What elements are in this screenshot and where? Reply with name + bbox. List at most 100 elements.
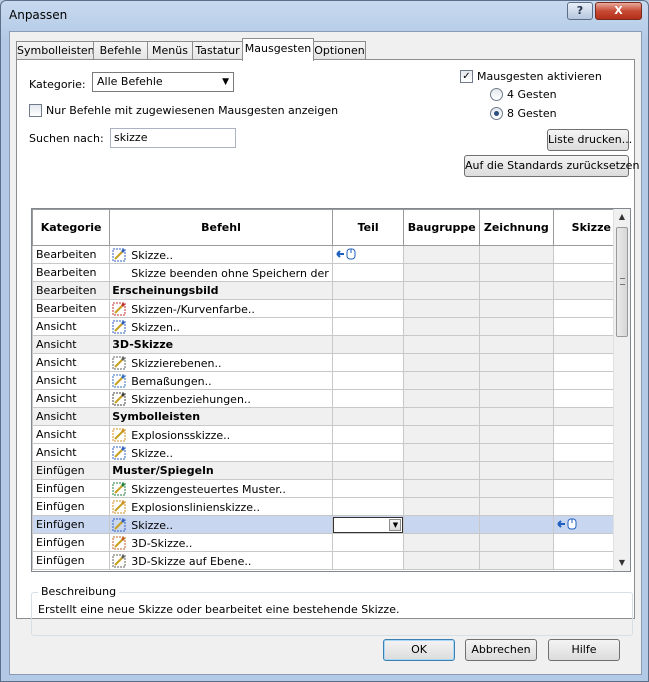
- table-row[interactable]: Ansicht Skizzen..: [32, 317, 630, 336]
- table-scrollbar[interactable]: ▲ ▼: [613, 209, 630, 571]
- close-button[interactable]: X: [595, 2, 642, 20]
- table-row[interactable]: Ansicht Skizzierebenen..: [32, 353, 630, 372]
- cell-baugruppe[interactable]: [403, 461, 481, 480]
- cell-baugruppe[interactable]: [403, 263, 481, 282]
- cell-teil[interactable]: [331, 461, 405, 480]
- cell-zeichnung[interactable]: [479, 425, 554, 444]
- cell-teil[interactable]: [331, 335, 405, 354]
- tab-mausgesten[interactable]: Mausgesten: [242, 38, 314, 61]
- table-row[interactable]: Ansicht Explosionsskizze..: [32, 425, 630, 444]
- cell-zeichnung[interactable]: [479, 443, 554, 462]
- col-header-baugruppe[interactable]: Baugruppe: [403, 209, 481, 246]
- cell-teil[interactable]: [331, 281, 405, 300]
- cell-zeichnung[interactable]: [479, 461, 554, 480]
- cell-baugruppe[interactable]: [403, 317, 481, 336]
- cell-teil[interactable]: [331, 263, 405, 282]
- cell-zeichnung[interactable]: [479, 245, 554, 264]
- col-header-zeichnung[interactable]: Zeichnung: [479, 209, 554, 246]
- table-row[interactable]: Bearbeiten Skizzen-/Kurvenfarbe..: [32, 299, 630, 318]
- cell-zeichnung[interactable]: [479, 299, 554, 318]
- cell-zeichnung[interactable]: [479, 371, 554, 390]
- cell-teil[interactable]: [331, 389, 405, 408]
- cell-teil[interactable]: [331, 407, 405, 426]
- cell-zeichnung[interactable]: [479, 335, 554, 354]
- cell-baugruppe[interactable]: [403, 533, 481, 552]
- gesture-select[interactable]: ▼: [333, 516, 403, 533]
- cell-teil[interactable]: [331, 353, 405, 372]
- table-row[interactable]: Ansicht Symbolleisten: [32, 407, 630, 426]
- cell-teil[interactable]: [331, 371, 405, 390]
- cell-zeichnung[interactable]: [479, 281, 554, 300]
- cell-teil[interactable]: [331, 299, 405, 318]
- cell-baugruppe[interactable]: [403, 371, 481, 390]
- cell-baugruppe[interactable]: [403, 299, 481, 318]
- cell-baugruppe[interactable]: [403, 551, 481, 570]
- help-button[interactable]: Hilfe: [548, 639, 620, 661]
- scroll-thumb[interactable]: [616, 227, 628, 337]
- radio-8-gestures[interactable]: [490, 107, 503, 120]
- help-title-button[interactable]: ?: [567, 2, 593, 20]
- ok-button[interactable]: OK: [383, 639, 455, 661]
- table-row[interactable]: Bearbeiten Skizze beenden ohne Speichern …: [32, 263, 630, 282]
- scroll-up-icon[interactable]: ▲: [614, 209, 630, 225]
- cell-zeichnung[interactable]: [479, 317, 554, 336]
- cell-zeichnung[interactable]: [479, 389, 554, 408]
- cell-zeichnung[interactable]: [479, 533, 554, 552]
- table-row[interactable]: Bearbeiten Erscheinungsbild: [32, 281, 630, 300]
- cell-zeichnung[interactable]: [479, 407, 554, 426]
- cell-zeichnung[interactable]: [479, 263, 554, 282]
- cell-baugruppe[interactable]: [403, 335, 481, 354]
- cell-teil[interactable]: [331, 443, 405, 462]
- tab-symbolleisten[interactable]: Symbolleisten: [16, 41, 95, 60]
- table-row[interactable]: Ansicht Skizzenbeziehungen..: [32, 389, 630, 408]
- table-row[interactable]: Ansicht Skizze..: [32, 443, 630, 462]
- cell-teil[interactable]: ▼: [331, 515, 405, 534]
- table-row[interactable]: Einfügen 3D-Skizze auf Ebene..: [32, 551, 630, 570]
- cell-zeichnung[interactable]: [479, 515, 554, 534]
- col-header-befehl[interactable]: Befehl: [109, 209, 333, 246]
- cell-baugruppe[interactable]: [403, 245, 481, 264]
- radio-4-gestures[interactable]: [490, 88, 503, 101]
- cell-baugruppe[interactable]: [403, 515, 481, 534]
- cell-baugruppe[interactable]: [403, 443, 481, 462]
- table-row[interactable]: Einfügen Skizzengesteuertes Muster..: [32, 479, 630, 498]
- cell-baugruppe[interactable]: [403, 389, 481, 408]
- cell-baugruppe[interactable]: [403, 281, 481, 300]
- tab-menues[interactable]: Menüs: [147, 41, 193, 60]
- cell-zeichnung[interactable]: [479, 353, 554, 372]
- cell-teil[interactable]: [331, 479, 405, 498]
- tab-tastatur[interactable]: Tastatur: [192, 41, 243, 60]
- search-input[interactable]: skizze: [110, 128, 236, 148]
- table-row[interactable]: Einfügen 3D-Skizze..: [32, 533, 630, 552]
- cell-baugruppe[interactable]: [403, 425, 481, 444]
- table-row[interactable]: Einfügen Explosionslinienskizze..: [32, 497, 630, 516]
- scroll-down-icon[interactable]: ▼: [614, 555, 630, 571]
- cell-baugruppe[interactable]: [403, 479, 481, 498]
- cell-teil[interactable]: [331, 551, 405, 570]
- table-row[interactable]: Ansicht 3D-Skizze: [32, 335, 630, 354]
- table-row[interactable]: Ansicht Bemaßungen..: [32, 371, 630, 390]
- col-header-kategorie[interactable]: Kategorie: [32, 209, 111, 246]
- cell-teil[interactable]: [331, 425, 405, 444]
- table-row[interactable]: Einfügen Skizze.. ▼: [32, 515, 630, 534]
- only-assigned-checkbox[interactable]: [29, 104, 42, 117]
- cell-teil[interactable]: [331, 245, 405, 264]
- cell-baugruppe[interactable]: [403, 353, 481, 372]
- tab-befehle[interactable]: Befehle: [93, 41, 148, 60]
- enable-gestures-checkbox[interactable]: ✓: [460, 70, 473, 83]
- cell-teil[interactable]: [331, 533, 405, 552]
- cell-zeichnung[interactable]: [479, 497, 554, 516]
- category-select[interactable]: Alle Befehle ▼: [92, 72, 234, 92]
- chevron-down-icon[interactable]: ▼: [389, 518, 402, 531]
- cell-baugruppe[interactable]: [403, 497, 481, 516]
- cell-zeichnung[interactable]: [479, 551, 554, 570]
- cell-baugruppe[interactable]: [403, 407, 481, 426]
- cell-teil[interactable]: [331, 497, 405, 516]
- cancel-button[interactable]: Abbrechen: [465, 639, 537, 661]
- print-list-button[interactable]: Liste drucken...: [547, 129, 632, 151]
- table-row[interactable]: Einfügen Muster/Spiegeln: [32, 461, 630, 480]
- table-row[interactable]: Bearbeiten Skizze..: [32, 245, 630, 264]
- cell-zeichnung[interactable]: [479, 479, 554, 498]
- tab-optionen[interactable]: Optionen: [313, 41, 366, 60]
- col-header-teil[interactable]: Teil: [331, 209, 405, 246]
